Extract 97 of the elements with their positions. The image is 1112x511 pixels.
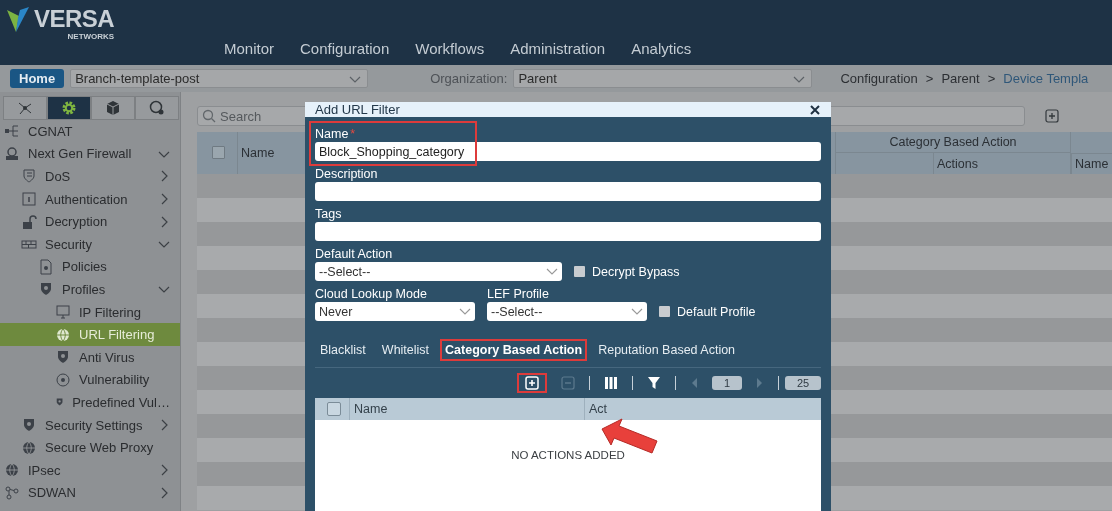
sidebar-item[interactable]: Anti Virus bbox=[0, 345, 180, 369]
checkbox[interactable] bbox=[212, 146, 225, 159]
field-label: Name * bbox=[315, 127, 357, 141]
page-size-field[interactable]: 25 bbox=[785, 376, 821, 390]
sidebar-tab[interactable] bbox=[91, 96, 135, 120]
tab[interactable]: Blacklist bbox=[315, 339, 371, 361]
column-header: Name bbox=[241, 146, 275, 160]
sidebar-item[interactable]: Predefined Vul… bbox=[0, 391, 180, 414]
home-button[interactable]: Home bbox=[10, 69, 65, 88]
shield-icon bbox=[55, 349, 71, 366]
globe-icon bbox=[149, 100, 165, 116]
add-icon[interactable] bbox=[1045, 109, 1059, 123]
gear-icon bbox=[60, 99, 78, 117]
next-icon bbox=[756, 377, 764, 389]
select-field[interactable]: Never bbox=[315, 302, 475, 321]
sidebar-item[interactable]: CGNAT bbox=[0, 120, 180, 143]
sidebar-item[interactable]: Security Settings bbox=[0, 413, 180, 437]
checkbox-option[interactable]: Default Profile bbox=[659, 302, 756, 321]
sidebar-item[interactable]: Profiles bbox=[0, 278, 180, 301]
sidebar-item[interactable]: Secure Web Proxy bbox=[0, 436, 180, 459]
target-icon bbox=[55, 371, 71, 388]
network-icon bbox=[17, 100, 33, 116]
add-button[interactable] bbox=[517, 373, 547, 393]
close-button[interactable] bbox=[809, 103, 821, 116]
caret-icon bbox=[631, 307, 643, 316]
sidebar-item[interactable]: DoS bbox=[0, 165, 180, 188]
document-icon bbox=[38, 258, 54, 275]
logo-tagline: NETWORKS bbox=[67, 32, 115, 41]
sidebar-tab[interactable] bbox=[135, 96, 179, 120]
nav-item[interactable]: Administration bbox=[497, 40, 619, 57]
monitor-icon bbox=[55, 304, 71, 321]
sidebar-item[interactable]: Security bbox=[0, 232, 180, 256]
shield-icon bbox=[21, 417, 37, 433]
breadcrumb-item: Configuration bbox=[840, 71, 918, 86]
nav-item[interactable]: Analytics bbox=[618, 40, 705, 57]
column-header: Name bbox=[354, 402, 388, 416]
select-field[interactable]: --Select-- bbox=[315, 262, 562, 281]
globe-icon bbox=[55, 326, 71, 343]
id-card-icon bbox=[21, 191, 37, 208]
select-field[interactable]: --Select-- bbox=[487, 302, 647, 321]
organization-label: Organization: bbox=[430, 71, 508, 86]
shield-icon bbox=[38, 281, 54, 298]
page-field[interactable]: 1 bbox=[712, 376, 742, 390]
organization-dropdown[interactable]: Parent bbox=[513, 69, 813, 88]
shield-list-icon bbox=[21, 168, 37, 185]
breadcrumb-item: Parent bbox=[941, 71, 980, 86]
breadcrumb-separator: > bbox=[925, 71, 934, 86]
column-header: Act bbox=[589, 402, 608, 416]
search-icon bbox=[202, 109, 216, 123]
unlock-icon bbox=[21, 213, 37, 230]
nav-item[interactable]: Configuration bbox=[287, 40, 403, 57]
sidebar-item[interactable]: Decryption bbox=[0, 210, 180, 233]
sidebar-item[interactable]: Policies bbox=[0, 255, 180, 279]
tab[interactable]: Category Based Action bbox=[440, 339, 588, 361]
text-field[interactable] bbox=[315, 222, 821, 241]
sidebar-item[interactable]: URL Filtering bbox=[0, 323, 180, 346]
template-dropdown[interactable]: Branch-template-post bbox=[70, 69, 369, 88]
checkbox-option[interactable]: Decrypt Bypass bbox=[574, 262, 680, 281]
field-label: Description bbox=[315, 167, 379, 181]
logo-text: VERSA bbox=[34, 6, 115, 32]
sidebar-item[interactable]: Authentication bbox=[0, 187, 180, 211]
column-header: Actions bbox=[937, 156, 978, 171]
field-label: Cloud Lookup Mode bbox=[315, 287, 428, 301]
sidebar-item[interactable]: Next Gen Firewall bbox=[0, 142, 180, 166]
caret-icon bbox=[459, 307, 471, 316]
dialog-title: Add URL Filter bbox=[315, 102, 400, 117]
field-label: Tags bbox=[315, 207, 343, 221]
sidebar-item[interactable]: IP Filtering bbox=[0, 300, 180, 324]
sidebar-item[interactable]: IPsec bbox=[0, 458, 180, 482]
nav-item[interactable]: Monitor bbox=[211, 40, 288, 57]
text-field[interactable]: Block_Shopping_category bbox=[315, 142, 821, 161]
sidebar-item[interactable]: SDWAN bbox=[0, 481, 180, 505]
previous-icon bbox=[690, 377, 698, 389]
sidebar-tab[interactable] bbox=[3, 96, 47, 120]
caret-icon bbox=[546, 267, 558, 276]
field-label: LEF Profile bbox=[487, 287, 550, 301]
tab[interactable]: Whitelist bbox=[376, 339, 435, 361]
firewall-icon bbox=[4, 145, 20, 162]
field-label: Default Action bbox=[315, 247, 394, 261]
columns-icon bbox=[604, 376, 618, 390]
cube-icon bbox=[105, 100, 121, 116]
column-header: Name bbox=[1075, 157, 1109, 171]
nodes-icon bbox=[4, 484, 20, 501]
globe-icon bbox=[21, 439, 37, 456]
nav-item[interactable]: Workflows bbox=[402, 40, 498, 57]
checkbox[interactable] bbox=[327, 402, 341, 416]
text-field[interactable] bbox=[315, 182, 821, 201]
add-icon bbox=[525, 376, 539, 390]
remove-icon bbox=[561, 376, 575, 390]
column-group-header: Category Based Action bbox=[889, 135, 1017, 149]
sidebar-item[interactable]: Vulnerability bbox=[0, 368, 180, 392]
sidebar-tab[interactable] bbox=[47, 96, 91, 120]
tab[interactable]: Reputation Based Action bbox=[593, 339, 741, 361]
breadcrumb-separator: > bbox=[987, 71, 996, 86]
network-icon bbox=[4, 123, 20, 140]
empty-message: NO ACTIONS ADDED bbox=[511, 449, 625, 463]
globe-icon bbox=[4, 462, 20, 479]
